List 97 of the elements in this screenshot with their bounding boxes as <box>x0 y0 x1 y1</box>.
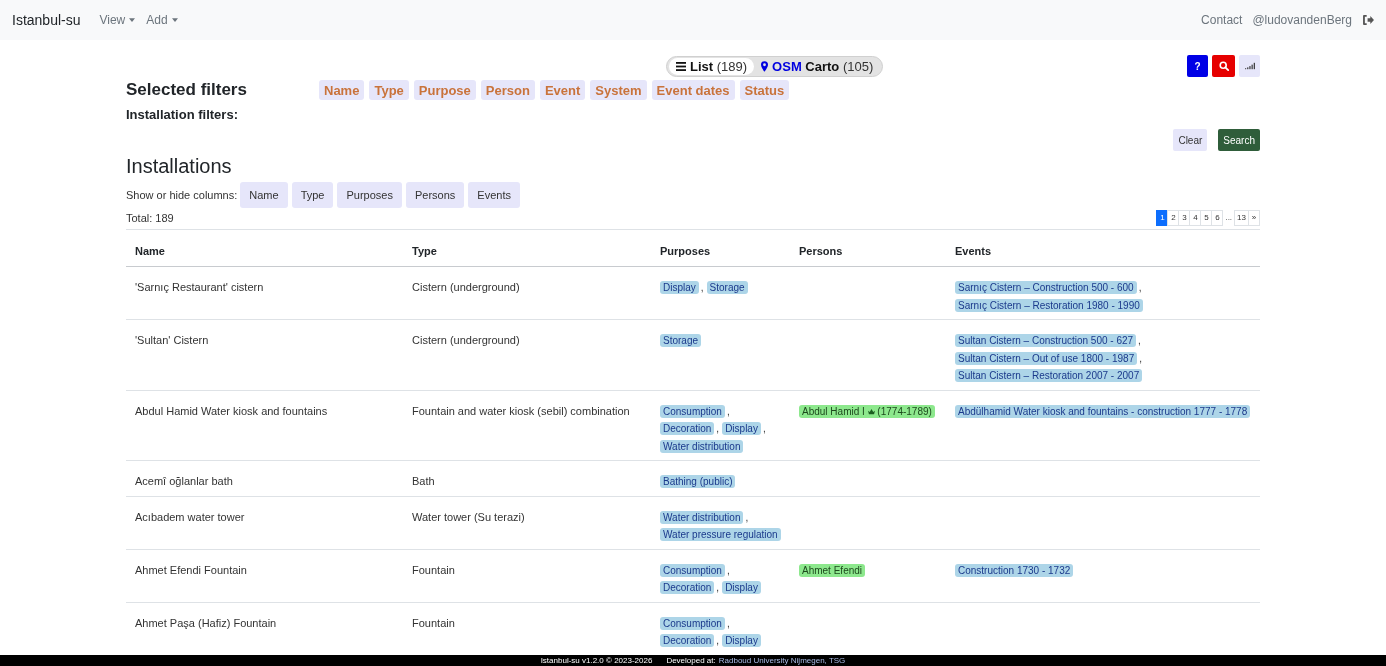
table-cell: Acemî oğlanlar bath <box>135 475 233 487</box>
purpose-tag[interactable]: Water distribution <box>660 510 744 524</box>
section-heading: Installations <box>126 154 233 178</box>
column-toggle-button[interactable]: Purposes <box>337 182 402 208</box>
table-cell: Acıbadem water tower <box>135 510 245 523</box>
page-link[interactable]: 2 <box>1167 210 1180 226</box>
purpose-tag[interactable]: Decoration <box>660 422 715 435</box>
caret-icon <box>171 18 178 22</box>
tag-separator: , <box>762 423 766 434</box>
column-header: Persons <box>799 245 843 257</box>
event-tag[interactable]: Construction 1730 - 1732 <box>955 563 1074 577</box>
purpose-tag[interactable]: Storage <box>706 281 748 294</box>
table-cell: 'Sarnıç Restaurant' cistern <box>135 281 264 293</box>
column-toggle-button[interactable]: Name <box>240 182 288 208</box>
table-cell: Abdul Hamid Water kiosk and fountains <box>135 404 328 417</box>
clear-button[interactable]: Clear <box>1173 129 1208 151</box>
column-toggle-button[interactable]: Persons <box>405 182 465 208</box>
tag-separator: , <box>745 511 749 523</box>
search-icon <box>1218 61 1229 71</box>
event-tag[interactable]: Sultan Cistern – Restoration 2007 - 2007 <box>955 369 1143 382</box>
purpose-tag[interactable]: Storage <box>660 334 702 347</box>
purpose-tag[interactable]: Decoration <box>660 634 715 647</box>
search-submit-button[interactable]: Search <box>1218 129 1260 151</box>
table-cell: Ahmet Paşa (Hafiz) Fountain <box>135 616 277 629</box>
person-tag[interactable]: Ahmet Efendi <box>799 563 866 577</box>
table-cell: 'Sultan' Cistern <box>135 334 209 346</box>
filters-subtitle: Installation filters: <box>126 107 239 123</box>
page-link[interactable]: 4 <box>1189 210 1202 226</box>
table-cell: Ahmet Efendi Fountain <box>135 563 247 576</box>
columns-label: Show or hide columns: <box>126 189 238 201</box>
page-link[interactable]: 1 <box>1156 210 1169 226</box>
tag-separator: , <box>716 635 720 646</box>
menu-dropdown[interactable]: Add <box>146 13 178 27</box>
nav-link[interactable]: Contact <box>1201 13 1243 27</box>
purpose-tag[interactable]: Consumption <box>660 616 725 630</box>
menu-dropdown[interactable]: View <box>99 13 136 27</box>
tag-separator: , <box>1139 352 1142 364</box>
purpose-tag[interactable]: Display <box>660 281 699 294</box>
event-tag[interactable]: Sultan Cistern – Construction 500 - 627 <box>955 334 1137 347</box>
tag-separator: , <box>1138 335 1141 346</box>
table-cell: Fountain <box>412 563 455 576</box>
table-cell: Cistern (underground) <box>412 281 520 293</box>
footer-text: Istanbul-su v1.2.0 © 2023-2026 <box>540 655 653 666</box>
table-cell: Fountain and water kiosk (sebil) combination <box>412 404 630 417</box>
caret-icon <box>129 18 136 22</box>
page-link[interactable]: 5 <box>1200 210 1213 226</box>
page-link[interactable]: » <box>1248 210 1260 226</box>
section-title: Selected filters <box>126 80 248 100</box>
list-icon <box>676 61 686 71</box>
table-cell: Bath <box>412 475 435 487</box>
page-link[interactable]: 6 <box>1211 210 1224 226</box>
event-tag[interactable]: Abdülhamid Water kiosk and fountains - construction 1777 - 1778 <box>955 404 1251 418</box>
tag-separator: , <box>726 405 730 417</box>
purpose-tag[interactable]: Display <box>722 634 761 647</box>
column-header: Purposes <box>660 245 711 257</box>
column-header: Events <box>955 245 992 257</box>
total-count: Total: 189 <box>126 212 174 224</box>
pagination-ellipsis: ... <box>1224 212 1234 224</box>
purpose-tag[interactable]: Consumption <box>660 563 725 577</box>
table-cell: Fountain <box>412 616 455 629</box>
tag-separator: , <box>1138 282 1142 293</box>
purpose-tag[interactable]: Water distribution <box>660 439 744 453</box>
event-tag[interactable]: Sultan Cistern – Out of use 1800 - 1987 <box>955 351 1138 365</box>
column-header: Type <box>412 245 437 257</box>
tag-separator: , <box>726 564 730 576</box>
search-button[interactable] <box>1212 55 1235 77</box>
purpose-tag[interactable]: Display <box>722 581 761 594</box>
table-cell: Cistern (underground) <box>412 334 520 346</box>
nav-link[interactable]: @ludovandenBerg <box>1252 13 1352 27</box>
purpose-tag[interactable]: Bathing (public) <box>660 475 736 488</box>
event-tag[interactable]: Sarnıç Cistern – Construction 500 - 600 <box>955 281 1137 294</box>
sign-out-icon <box>1363 15 1374 25</box>
tag-separator: , <box>716 582 720 593</box>
purpose-tag[interactable]: Consumption <box>660 404 725 418</box>
column-toggle-button[interactable]: Type <box>291 182 334 208</box>
event-tag[interactable]: Sarnıç Cistern – Restoration 1980 - 1990 <box>955 298 1143 312</box>
developer-link[interactable]: Radboud University Nijmegen, TSG <box>718 655 846 666</box>
purpose-tag[interactable]: Water pressure regulation <box>660 528 781 541</box>
tag-separator: , <box>716 423 720 434</box>
person-tag[interactable]: Abdul Hamid I (1774-1789) <box>799 404 935 418</box>
sign-out-button[interactable] <box>1363 15 1374 25</box>
purpose-tag[interactable]: Display <box>722 422 761 435</box>
tag-separator: , <box>700 282 704 293</box>
view-tab[interactable]: OSM Carto (105) <box>754 57 881 75</box>
table-cell: Water tower (Su terazi) <box>412 510 525 523</box>
page-link[interactable]: 3 <box>1178 210 1191 226</box>
view-tab[interactable]: List (189) <box>669 57 755 75</box>
column-toggle-button[interactable]: Events <box>468 182 520 208</box>
footer-text: Developed at: <box>666 655 716 666</box>
brand-link[interactable]: Istanbul-su <box>12 12 81 28</box>
statistics-button[interactable] <box>1239 55 1260 77</box>
map-pin-icon <box>761 60 769 72</box>
signal-bars-icon <box>1244 62 1255 70</box>
column-header: Name <box>135 245 165 257</box>
help-button[interactable]: ? <box>1187 55 1208 77</box>
tag-separator: , <box>726 617 730 629</box>
purpose-tag[interactable]: Decoration <box>660 581 715 594</box>
